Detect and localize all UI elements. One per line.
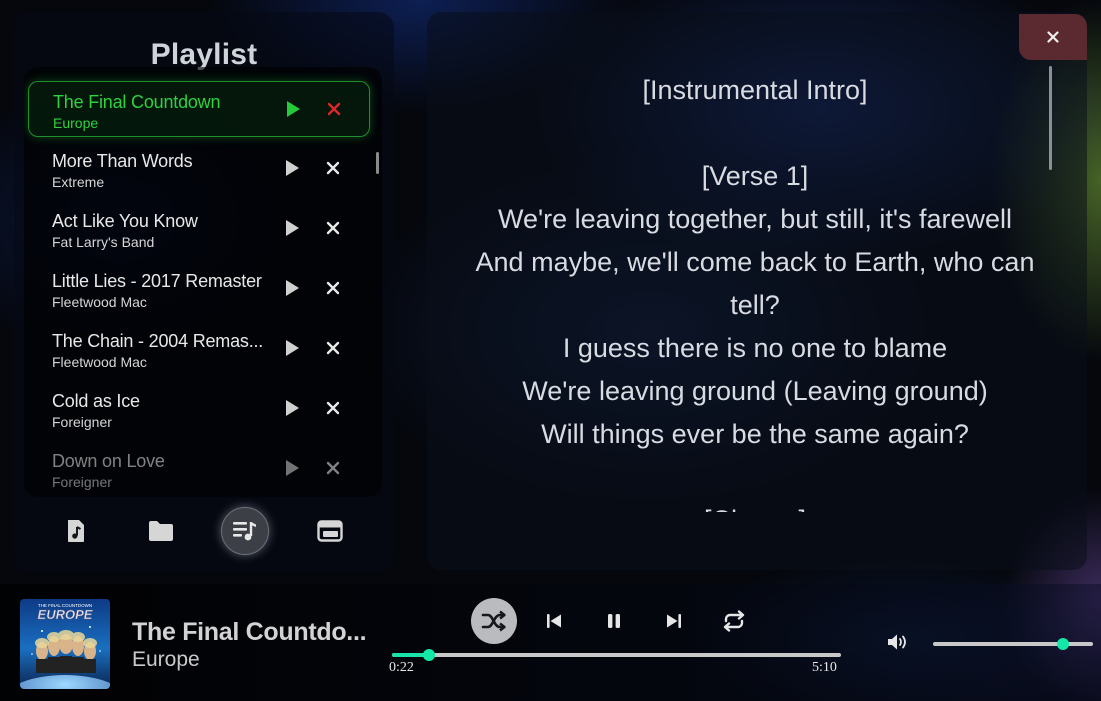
remove-icon[interactable]	[326, 281, 340, 295]
track-title: Act Like You Know	[52, 211, 198, 231]
lyric-line: [Verse 1]	[701, 161, 809, 191]
nav-music-file[interactable]	[52, 507, 100, 555]
current-time: 0:22	[389, 660, 414, 675]
queue-music-icon	[233, 522, 256, 541]
remove-icon[interactable]	[326, 161, 340, 175]
view-switcher	[14, 507, 394, 557]
track-title: The Final Countdown	[53, 92, 221, 112]
track-item[interactable]: More Than Words Extreme	[28, 141, 370, 197]
lyric-line: tell?	[730, 290, 780, 320]
playlist-scrollbar[interactable]	[376, 152, 379, 174]
close-icon	[1047, 31, 1059, 43]
lyric-line: And maybe, we'll come back to Earth, who…	[475, 247, 1035, 277]
track-item[interactable]: The Final Countdown Europe	[28, 81, 370, 137]
track-title: More Than Words	[52, 151, 193, 171]
shuffle-icon	[481, 610, 506, 632]
repeat-button[interactable]	[720, 608, 748, 634]
pause-icon	[608, 614, 620, 628]
track-item[interactable]: Little Lies - 2017 Remaster Fleetwood Ma…	[28, 261, 370, 317]
album-art: THE FINAL COUNTDOWN EUROPE	[20, 599, 110, 689]
play-icon[interactable]	[284, 399, 300, 417]
track-item[interactable]: The Chain - 2004 Remas... Fleetwood Mac	[28, 321, 370, 377]
lyric-line: Will things ever be the same again?	[541, 419, 969, 449]
remove-icon[interactable]	[326, 401, 340, 415]
next-button[interactable]	[663, 610, 685, 632]
album-art-logo: EUROPE	[38, 607, 93, 622]
play-icon[interactable]	[284, 339, 300, 357]
track-title: Cold as Ice	[52, 391, 140, 411]
lyrics-panel: [Instrumental Intro] [Verse 1] We're lea…	[427, 12, 1087, 570]
repeat-icon	[723, 610, 745, 632]
previous-button[interactable]	[543, 610, 565, 632]
now-playing-artist: Europe	[132, 648, 200, 671]
remove-icon[interactable]	[327, 102, 341, 116]
track-artist: Foreigner	[52, 414, 112, 430]
volume-slider[interactable]	[933, 638, 1093, 650]
lyric-line: I guess there is no one to blame	[562, 333, 948, 363]
track-artist: Europe	[53, 115, 99, 131]
play-icon[interactable]	[284, 159, 300, 177]
seek-bar[interactable]	[392, 649, 841, 661]
track-artist: Fat Larry's Band	[52, 234, 155, 250]
lyric-line: We're leaving together, but still, it's …	[497, 204, 1013, 234]
lyric-line: [Instrumental Intro]	[642, 75, 868, 105]
skip-next-icon	[667, 614, 681, 628]
skip-previous-icon	[547, 614, 561, 628]
track-list[interactable]: The Final Countdown Europe More Than Wor…	[24, 67, 382, 497]
lyrics-text: [Instrumental Intro] [Verse 1] We're lea…	[455, 69, 1055, 512]
track-item[interactable]: Cold as Ice Foreigner	[28, 381, 370, 437]
music-file-icon	[68, 520, 84, 542]
window-icon	[317, 520, 343, 542]
shuffle-button[interactable]	[471, 598, 517, 644]
track-artist: Extreme	[52, 174, 105, 190]
track-artist: Fleetwood Mac	[52, 354, 147, 370]
lyric-line	[455, 112, 1055, 155]
nav-folder[interactable]	[137, 507, 185, 555]
play-icon[interactable]	[284, 279, 300, 297]
track-title: Little Lies - 2017 Remaster	[52, 271, 262, 291]
playlist-panel: Playlist The Final Countdown Europe More…	[14, 12, 394, 572]
close-lyrics-button[interactable]	[1019, 14, 1087, 60]
nav-queue[interactable]	[221, 507, 269, 555]
track-artist: Foreigner	[52, 474, 112, 490]
seek-bar-handle[interactable]	[423, 649, 436, 661]
track-title: The Chain - 2004 Remas...	[52, 331, 264, 351]
track-artist: Fleetwood Mac	[52, 294, 147, 310]
track-item[interactable]: Act Like You Know Fat Larry's Band	[28, 201, 370, 257]
volume-icon[interactable]	[886, 632, 910, 652]
lyric-line: We're leaving ground (Leaving ground)	[522, 376, 988, 406]
lyric-line: [Chorus]	[455, 499, 1055, 512]
play-icon[interactable]	[284, 459, 300, 477]
total-time: 5:10	[812, 660, 837, 675]
lyric-line	[455, 456, 1055, 499]
track-title: Down on Love	[52, 451, 165, 471]
play-icon[interactable]	[284, 219, 300, 237]
nav-window[interactable]	[306, 507, 354, 555]
folder-icon	[149, 521, 173, 541]
remove-icon[interactable]	[326, 221, 340, 235]
remove-icon[interactable]	[326, 461, 340, 475]
volume-slider-handle[interactable]	[1056, 638, 1069, 650]
pause-button[interactable]	[603, 610, 625, 632]
track-item[interactable]: Down on Love Foreigner	[28, 441, 370, 497]
now-playing-title: The Final Countdo...	[132, 618, 367, 646]
play-icon[interactable]	[285, 100, 301, 118]
remove-icon[interactable]	[326, 341, 340, 355]
player-bar: THE FINAL COUNTDOWN EUROPE The Final Cou…	[0, 584, 1101, 701]
